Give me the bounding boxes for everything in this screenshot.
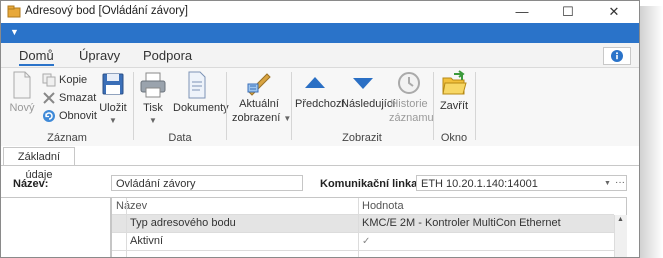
previous-label: Předchozí [295, 98, 345, 110]
left-pane [1, 197, 111, 257]
row-name: Typ adresového bodu [130, 217, 236, 229]
table-row [112, 250, 614, 257]
tab-zakladni-udaje[interactable]: Základní údaje [3, 147, 75, 181]
tab-domu[interactable]: Domů [19, 48, 54, 66]
group-label-zaznam: Záznam [47, 132, 87, 144]
history-clock-icon [398, 72, 420, 94]
next-label: Následující [341, 98, 396, 110]
window-shadow [640, 6, 663, 258]
triangle-up-icon [305, 77, 325, 88]
documents-button[interactable]: Dokumenty [173, 70, 229, 114]
new-button[interactable]: Nový [7, 70, 37, 114]
tab-upravy[interactable]: Úpravy [79, 48, 120, 63]
save-label: Uložit [99, 102, 127, 114]
communication-line-label: Komunikační linka: [320, 178, 421, 190]
documents-label: Dokumenty [173, 102, 229, 114]
refresh-button[interactable]: Obnovit [42, 108, 97, 124]
app-icon [7, 5, 21, 18]
current-view-button[interactable]: Aktuální zobrazení ▼ [232, 70, 291, 125]
properties-grid: Název Hodnota Typ adresového bodu KMC/E … [111, 197, 627, 257]
new-label: Nový [9, 102, 35, 114]
previous-button[interactable]: Předchozí [295, 70, 345, 110]
copy-icon [42, 73, 56, 87]
maximize-button[interactable]: ☐ [545, 1, 591, 23]
name-field[interactable]: Ovládání závory [111, 175, 303, 191]
delete-x-icon [43, 92, 55, 104]
close-window-button[interactable]: Zavřít [439, 70, 469, 112]
refresh-icon [43, 110, 55, 123]
scroll-up-icon[interactable]: ▲ [617, 216, 624, 223]
refresh-label: Obnovit [59, 110, 97, 122]
column-divider [126, 198, 127, 257]
group-label-data: Data [168, 132, 192, 144]
printer-icon [140, 72, 166, 98]
quick-access-bar: ▼ [1, 23, 639, 43]
chevron-down-icon[interactable]: ▼ [604, 176, 611, 192]
save-button[interactable]: Uložit ▼ [98, 70, 128, 126]
column-header-value[interactable]: Hodnota [362, 198, 404, 214]
window: Adresový bod [Ovládání závory] — ☐ ✕ ▼ D… [0, 0, 640, 258]
current-view-label-line2: zobrazení ▼ [232, 112, 291, 125]
group-separator [475, 72, 476, 140]
delete-button[interactable]: Smazat [42, 90, 96, 106]
group-separator [133, 72, 134, 140]
close-window-label: Zavřít [439, 100, 469, 112]
help-button[interactable] [603, 47, 631, 65]
tab-podpora[interactable]: Podpora [143, 48, 192, 63]
current-view-label-line1: Aktuální [239, 98, 279, 110]
group-label-okno: Okno [440, 132, 468, 144]
new-document-icon [13, 71, 31, 99]
row-value: KMC/E 2M - Kontroler MultiCon Ethernet [362, 217, 561, 229]
close-button[interactable]: ✕ [591, 1, 637, 23]
print-button[interactable]: Tisk ▼ [138, 70, 168, 126]
ribbon: Nový Kopie Smazat Obnovit Uložit ▼ Zázna… [1, 67, 639, 147]
triangle-down-icon [353, 78, 373, 89]
layout-ruler-icon [247, 73, 271, 96]
vertical-scrollbar[interactable]: ▲ [614, 215, 627, 257]
delete-label: Smazat [59, 92, 97, 104]
group-separator [226, 72, 227, 140]
column-divider [358, 198, 359, 257]
quick-access-dropdown[interactable]: ▼ [10, 27, 19, 37]
ribbon-tabs: Domů Úpravy Podpora [1, 43, 639, 67]
current-view-label-text: zobrazení [232, 112, 281, 124]
save-chevron-down-icon: ▼ [109, 116, 117, 125]
name-label: Název: [13, 178, 49, 190]
info-icon [611, 50, 623, 62]
table-row[interactable]: Aktivní ✓ [112, 232, 614, 250]
communication-line-select[interactable]: ETH 10.20.1.140:14001 ▼ ··· [416, 175, 627, 191]
group-label-zobrazit: Zobrazit [342, 132, 382, 144]
title-bar: Adresový bod [Ovládání závory] — ☐ ✕ [1, 1, 639, 23]
tab-divider [1, 165, 639, 166]
copy-button[interactable]: Kopie [42, 72, 87, 88]
history-label-line2: záznamu [389, 112, 434, 124]
column-header-name[interactable]: Název [116, 198, 147, 214]
history-button[interactable]: Historie záznamu [389, 70, 434, 124]
print-chevron-down-icon: ▼ [149, 116, 157, 125]
window-title: Adresový bod [Ovládání závory] [25, 5, 188, 17]
row-name: Aktivní [130, 235, 164, 247]
group-separator [433, 72, 434, 140]
document-icon [188, 71, 206, 99]
floppy-disk-icon [102, 73, 124, 95]
history-label-line1: Historie [390, 98, 428, 110]
group-separator [291, 72, 292, 140]
table-row[interactable]: Typ adresového bodu KMC/E 2M - Kontroler… [112, 214, 614, 232]
communication-line-value: ETH 10.20.1.140:14001 [421, 178, 538, 190]
minimize-button[interactable]: — [499, 1, 545, 23]
folder-exit-icon [442, 70, 467, 95]
print-label: Tisk [143, 102, 163, 114]
more-button[interactable]: ··· [615, 175, 625, 191]
next-button[interactable]: Následující [341, 70, 396, 110]
copy-label: Kopie [59, 74, 88, 86]
checkbox-check-icon[interactable]: ✓ [362, 233, 370, 250]
